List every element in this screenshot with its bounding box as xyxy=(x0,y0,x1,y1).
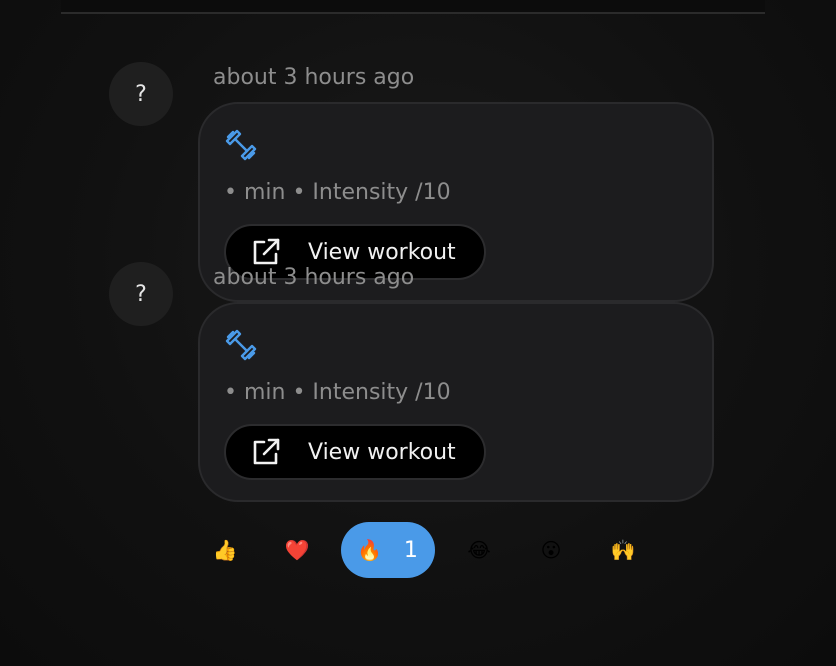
reaction-fire[interactable]: 🔥 1 xyxy=(341,522,435,578)
reaction-heart[interactable]: ❤️ xyxy=(269,522,325,578)
avatar-placeholder: ? xyxy=(135,281,147,307)
reaction-laughing[interactable]: 😂 xyxy=(451,522,507,578)
view-workout-label: View workout xyxy=(308,239,456,265)
raised-hands-icon: 🙌 xyxy=(610,538,636,562)
view-workout-label: View workout xyxy=(308,439,456,465)
heart-icon: ❤️ xyxy=(284,538,310,562)
avatar-placeholder: ? xyxy=(135,81,147,107)
fire-icon: 🔥 xyxy=(357,538,382,562)
post-timestamp: about 3 hours ago xyxy=(213,265,415,290)
reaction-raised-hands[interactable]: 🙌 xyxy=(595,522,651,578)
previous-item-edge xyxy=(61,0,765,14)
dumbbell-icon xyxy=(225,129,257,161)
workout-stats: • min • Intensity /10 xyxy=(224,180,451,205)
reaction-count: 1 xyxy=(403,537,418,563)
external-link-icon xyxy=(253,438,280,465)
activity-feed: ? about 3 hours ago • min • Intensity /1… xyxy=(0,0,836,666)
post-timestamp: about 3 hours ago xyxy=(213,65,415,90)
reaction-surprised[interactable]: 😮 xyxy=(523,522,579,578)
workout-card: • min • Intensity /10 View workout xyxy=(198,302,714,502)
dumbbell-icon xyxy=(225,329,257,361)
reaction-bar: 👍 ❤️ 🔥 1 😂 😮 🙌 xyxy=(197,522,667,578)
reaction-thumbs-up[interactable]: 👍 xyxy=(197,522,253,578)
laughing-icon: 😂 xyxy=(467,538,491,562)
thumbs-up-icon: 👍 xyxy=(212,538,238,562)
view-workout-button[interactable]: View workout xyxy=(224,424,486,480)
surprised-icon: 😮 xyxy=(540,538,562,562)
avatar[interactable]: ? xyxy=(109,62,173,126)
workout-stats: • min • Intensity /10 xyxy=(224,380,451,405)
avatar[interactable]: ? xyxy=(109,262,173,326)
